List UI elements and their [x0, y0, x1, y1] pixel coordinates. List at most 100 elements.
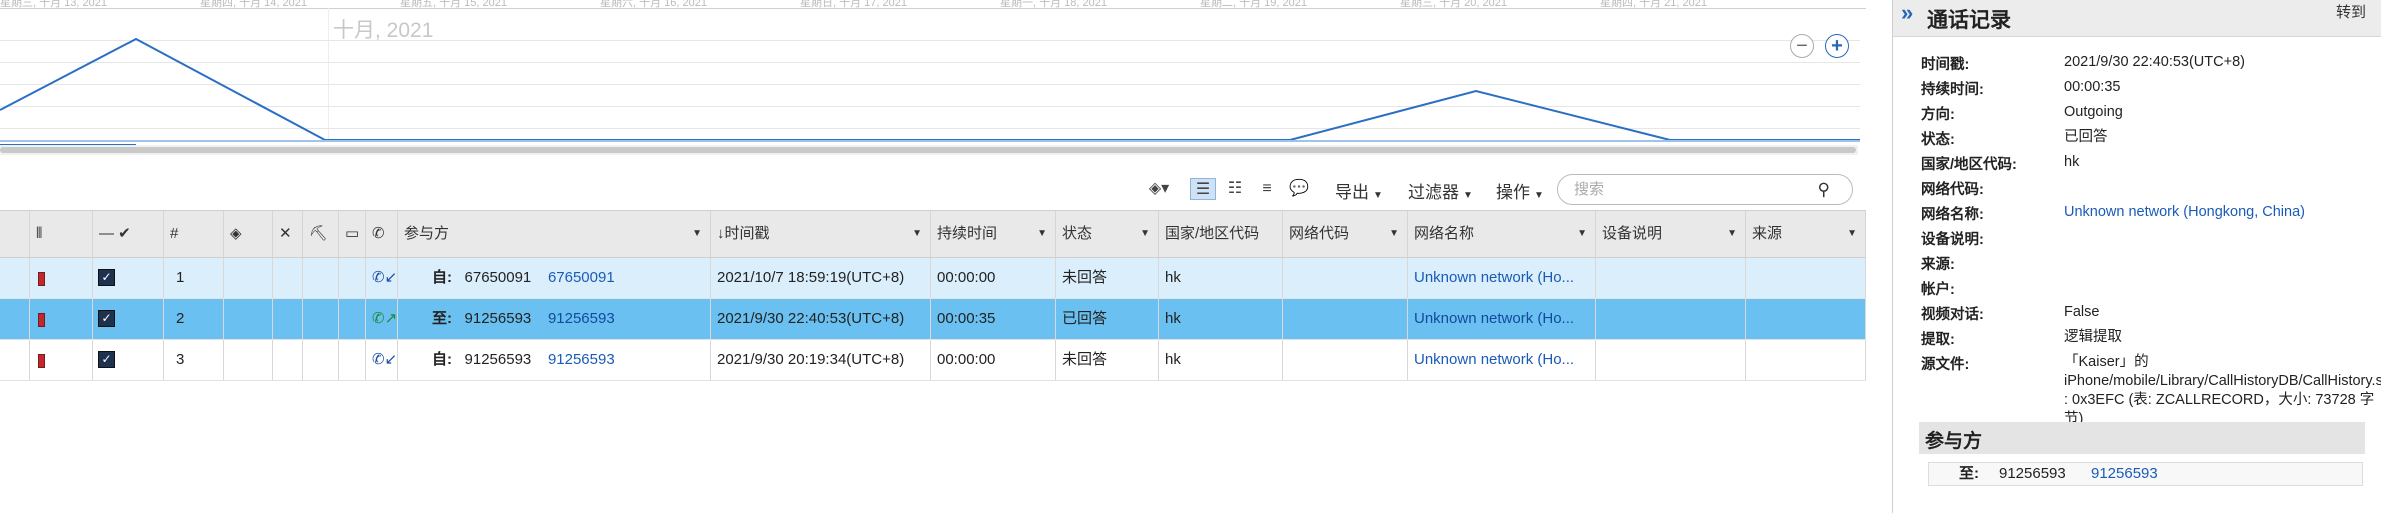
checkbox-cell[interactable]: ✓ — [93, 340, 164, 380]
col-num[interactable]: # — [164, 211, 224, 257]
grid-header: ⫴ — ✔ # ◈ ✕ ⛏ ▭ ✆ 参与方 ▼ ↓时间戳 ▼ 持续时间 ▼ 状态 ▼ 国… — [0, 210, 1866, 258]
chevron-down-icon[interactable]: ▼ — [692, 211, 702, 257]
timestamp-cell: 2021/9/30 20:19:34(UTC+8) — [711, 340, 931, 380]
duration-cell: 00:00:00 — [931, 340, 1056, 380]
col-tag-icon[interactable]: ◈ — [224, 211, 273, 257]
row-num: 3 — [164, 340, 224, 380]
col-label: 网络名称 — [1414, 225, 1475, 242]
chevron-down-icon[interactable]: ▼ — [1037, 211, 1047, 257]
details-panel: » 通话记录 转到 时间戳: 2021/9/30 22:40:53(UTC+8) … — [1892, 0, 2381, 513]
network-name-link[interactable]: Unknown network (Ho... — [1408, 340, 1596, 380]
checkbox-cell[interactable]: ✓ — [93, 258, 164, 298]
participant-link[interactable]: 91256593 — [2091, 463, 2158, 485]
country-cell: hk — [1159, 340, 1283, 380]
col-status[interactable]: 状态 ▼ — [1056, 211, 1159, 257]
search-input[interactable] — [1572, 180, 1816, 199]
prop-row: 状态: 已回答 — [1921, 128, 2108, 149]
col-duration[interactable]: 持续时间 ▼ — [931, 211, 1056, 257]
zoom-out-button[interactable]: − — [1790, 34, 1814, 58]
col-country-code[interactable]: 国家/地区代码 — [1159, 211, 1283, 257]
checkbox[interactable]: ✓ — [98, 310, 115, 327]
scrollbar-thumb[interactable] — [0, 147, 1856, 153]
col-device-desc[interactable]: 设备说明 ▼ — [1596, 211, 1746, 257]
chevron-down-icon[interactable]: ▼ — [912, 211, 922, 257]
col-network-name[interactable]: 网络名称 ▼ — [1408, 211, 1596, 257]
checkbox-cell[interactable]: ✓ — [93, 299, 164, 339]
filter-menu[interactable]: 过滤器 ▼ — [1408, 178, 1473, 203]
participant-link[interactable]: 91256593 — [548, 310, 615, 327]
chevron-down-icon[interactable]: ▼ — [1727, 211, 1737, 257]
participant-cell: 自: 91256593 91256593 — [398, 340, 711, 380]
timeline-scrollbar[interactable] — [0, 145, 1858, 155]
video-cell — [339, 299, 366, 339]
participant-link[interactable]: 91256593 — [548, 351, 615, 368]
chevron-down-icon[interactable]: ▼ — [1140, 211, 1150, 257]
tag-dropdown-icon[interactable]: ◈▾ — [1141, 178, 1177, 200]
prop-row: 提取: 逻辑提取 — [1921, 328, 2122, 349]
search-icon[interactable]: ⚲ — [1818, 180, 1830, 200]
network-name-link[interactable]: Unknown network (Ho... — [1408, 299, 1596, 339]
col-video-icon[interactable]: ▭ — [339, 211, 366, 257]
prop-label: 网络代码: — [1921, 182, 1984, 198]
panel-title: 通话记录 — [1927, 9, 2011, 32]
col-label: 持续时间 — [937, 225, 998, 242]
network-name-link[interactable]: Unknown network (Ho... — [1408, 258, 1596, 298]
row-select-cell[interactable] — [0, 340, 30, 380]
actions-label: 操作 — [1496, 183, 1530, 202]
prop-row: 国家/地区代码: hk — [1921, 153, 2079, 174]
table-row[interactable]: ✓ 1 ✆↙ 自: 67650091 67650091 2021/10/7 18… — [0, 258, 1866, 299]
col-timestamp[interactable]: ↓时间戳 ▼ — [711, 211, 931, 257]
col-bar-chart-icon[interactable]: ⫴ — [30, 211, 93, 257]
col-participants[interactable]: 参与方 ▼ — [398, 211, 711, 257]
collapse-panel-icon[interactable]: » — [1901, 0, 1913, 26]
checkbox[interactable]: ✓ — [98, 269, 115, 286]
col-network-code[interactable]: 网络代码 ▼ — [1283, 211, 1408, 257]
participant-cell: 自: 67650091 67650091 — [398, 258, 711, 298]
network-name-link[interactable]: Unknown network (Hongkong, China) — [2064, 203, 2381, 222]
deleted-cell — [273, 258, 303, 298]
carved-cell — [303, 299, 339, 339]
status-cell: 未回答 — [1056, 340, 1159, 380]
export-menu[interactable]: 导出 ▼ — [1335, 178, 1383, 203]
table-row[interactable]: ✓ 3 ✆↙ 自: 91256593 91256593 2021/9/30 20… — [0, 340, 1866, 381]
chat-bubbles-icon[interactable]: 💬 — [1286, 178, 1312, 200]
row-num: 1 — [164, 258, 224, 298]
col-label: 状态 — [1062, 225, 1093, 242]
row-select-cell[interactable] — [0, 299, 30, 339]
col-select[interactable] — [0, 211, 30, 257]
direction-label: 至: — [432, 310, 452, 327]
participant-link[interactable]: 67650091 — [548, 269, 615, 286]
timeline-chart[interactable]: 星期三, 十月 13, 2021 星期四, 十月 14, 2021 星期五, 十… — [0, 0, 1866, 155]
timestamp-cell: 2021/10/7 18:59:19(UTC+8) — [711, 258, 931, 298]
chevron-down-icon[interactable]: ▼ — [1389, 211, 1399, 257]
zoom-in-button[interactable]: + — [1825, 34, 1849, 58]
grid-toolbar: ◈▾ ☰ ☷ ≡ 💬 导出 ▼ 过滤器 ▼ 操作 ▼ ⚲ — [0, 168, 1866, 208]
chevron-down-icon[interactable]: ▼ — [1577, 211, 1587, 257]
col-source[interactable]: 来源 ▼ — [1746, 211, 1866, 257]
prop-value: 00:00:35 — [2064, 79, 2121, 95]
table-row-selected[interactable]: ✓ 2 ✆↗ 至: 91256593 91256593 2021/9/30 22… — [0, 299, 1866, 340]
row-select-cell[interactable] — [0, 258, 30, 298]
col-deleted-icon[interactable]: ✕ — [273, 211, 303, 257]
checkbox[interactable]: ✓ — [98, 351, 115, 368]
chevron-down-icon[interactable]: ▼ — [1847, 211, 1857, 257]
list-view-icon[interactable]: ☰ — [1190, 178, 1216, 200]
participant-number: 91256593 — [464, 310, 532, 327]
bullet-list-icon[interactable]: ≡ — [1254, 178, 1280, 200]
actions-menu[interactable]: 操作 ▼ — [1496, 178, 1544, 203]
col-carved-icon[interactable]: ⛏ — [303, 211, 339, 257]
direction-label: 自: — [432, 351, 452, 368]
network-code-cell — [1283, 340, 1408, 380]
prop-label: 视频对话: — [1921, 307, 1984, 323]
col-label: 参与方 — [404, 225, 450, 242]
participant-row: 至: 91256593 91256593 — [1928, 462, 2363, 486]
red-flag-icon — [38, 313, 45, 327]
search-box[interactable]: ⚲ — [1557, 174, 1853, 205]
flag-cell — [30, 258, 93, 298]
goto-button[interactable]: 转到 — [2336, 1, 2366, 22]
source-cell — [1746, 299, 1866, 339]
col-check-icon[interactable]: — ✔ — [93, 211, 164, 257]
checklist-icon[interactable]: ☷ — [1222, 178, 1248, 200]
col-phone-icon[interactable]: ✆ — [366, 211, 398, 257]
col-label: 设备说明 — [1602, 225, 1663, 242]
